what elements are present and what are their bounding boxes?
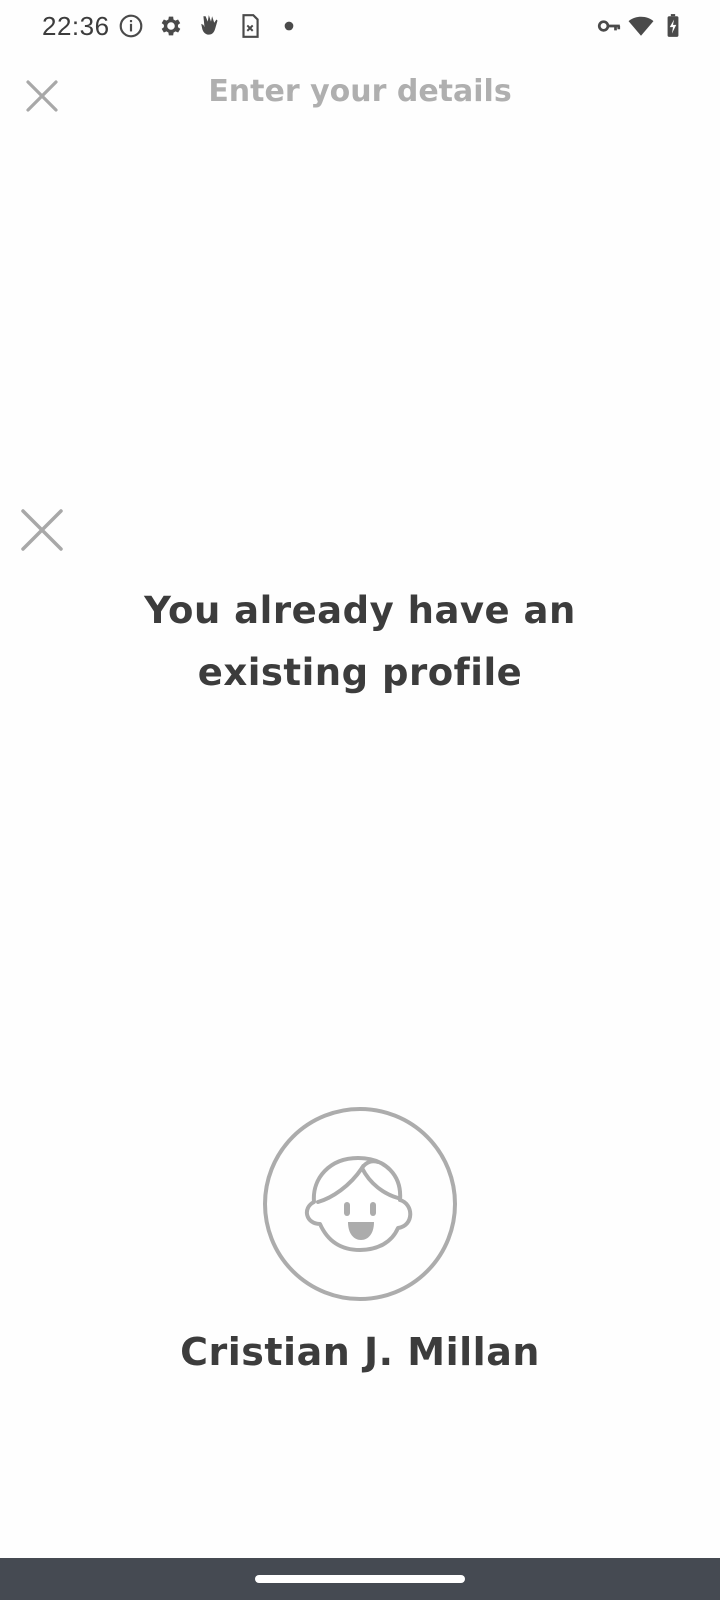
screen: 22:36 Enter your details You already hav… xyxy=(0,0,720,1600)
hand-icon xyxy=(198,13,224,39)
sim-card-icon xyxy=(237,13,263,39)
dot-icon xyxy=(276,13,302,39)
dialog-close-button[interactable] xyxy=(18,506,66,554)
settings-icon xyxy=(158,13,184,39)
profile-avatar[interactable] xyxy=(262,1106,458,1302)
battery-charging-icon xyxy=(660,13,686,39)
dialog-heading: You already have an existing profile xyxy=(144,589,576,694)
close-button[interactable] xyxy=(22,76,62,116)
status-bar: 22:36 xyxy=(0,0,720,54)
close-icon xyxy=(21,509,63,551)
home-handle[interactable] xyxy=(255,1575,465,1583)
vpn-key-icon xyxy=(596,13,622,39)
status-time: 22:36 xyxy=(42,11,110,41)
wifi-icon xyxy=(628,13,654,39)
info-icon xyxy=(118,13,144,39)
navigation-bar xyxy=(0,1558,720,1600)
avatar-face-icon xyxy=(263,1107,457,1301)
profile-name[interactable]: Cristian J. Millan xyxy=(110,1330,610,1374)
close-icon xyxy=(26,80,58,112)
page-title: Enter your details xyxy=(208,74,512,109)
